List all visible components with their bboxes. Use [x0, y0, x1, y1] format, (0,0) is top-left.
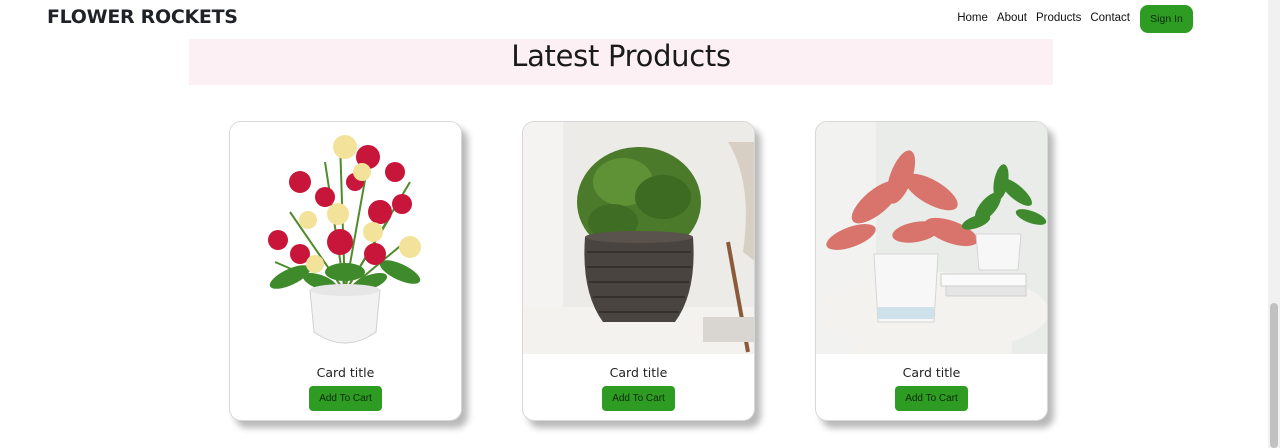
section-header: Latest Products: [189, 39, 1053, 85]
product-image-bush-basket[interactable]: [523, 122, 754, 354]
signin-button[interactable]: Sign In: [1140, 5, 1193, 33]
scrollbar-thumb[interactable]: [1270, 303, 1278, 448]
card-title: Card title: [316, 365, 375, 380]
add-to-cart-button[interactable]: Add To Cart: [602, 386, 675, 411]
product-image-potted-plants[interactable]: [816, 122, 1047, 354]
add-to-cart-button[interactable]: Add To Cart: [309, 386, 382, 411]
card-title: Card title: [902, 365, 961, 380]
card-title: Card title: [609, 365, 668, 380]
product-card: Card title Add To Cart: [229, 121, 462, 421]
navbar: FLOWER ROCKETS Home About Products Conta…: [0, 0, 1268, 38]
brand-logo[interactable]: FLOWER ROCKETS: [47, 6, 238, 28]
section-title: Latest Products: [511, 39, 731, 73]
product-card: Card title Add To Cart: [815, 121, 1048, 421]
product-image-flower-bouquet[interactable]: [230, 122, 461, 354]
scrollbar[interactable]: [1268, 0, 1280, 448]
product-card: Card title Add To Cart: [522, 121, 755, 421]
add-to-cart-button[interactable]: Add To Cart: [895, 386, 968, 411]
nav-link-about[interactable]: About: [997, 12, 1027, 24]
nav-link-contact[interactable]: Contact: [1090, 12, 1130, 24]
nav-links: Home About Products Contact: [957, 12, 1130, 24]
nav-link-home[interactable]: Home: [957, 12, 988, 24]
nav-link-products[interactable]: Products: [1036, 12, 1081, 24]
